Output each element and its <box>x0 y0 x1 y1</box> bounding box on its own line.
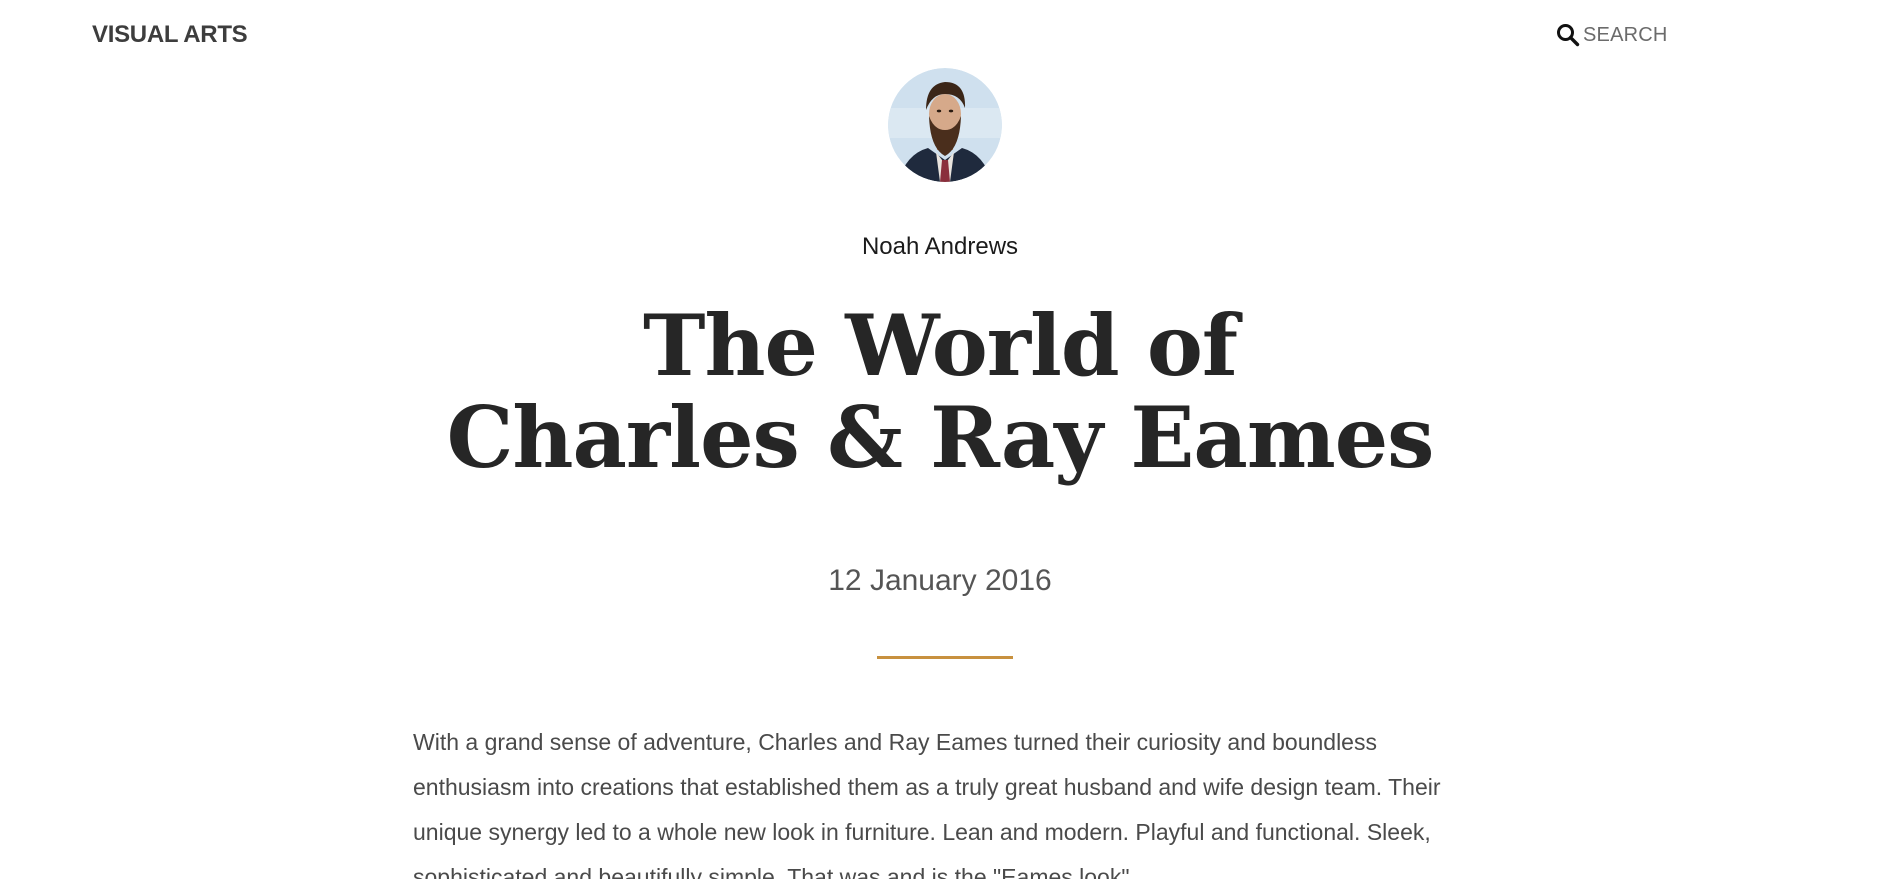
author-name[interactable]: Noah Andrews <box>0 232 1880 262</box>
search-icon <box>1556 23 1580 47</box>
author-avatar[interactable] <box>888 68 1002 182</box>
article-body: With a grand sense of adventure, Charles… <box>413 729 1441 879</box>
article-title-line-2: Charles & Ray Eames <box>446 388 1435 487</box>
publish-date: 12 January 2016 <box>828 564 1052 597</box>
article-title: The World of Charles & Ray Eames <box>0 300 1880 484</box>
site-logo[interactable]: VISUAL ARTS <box>92 20 248 50</box>
search-button[interactable]: SEARCH <box>1556 22 1668 48</box>
article-title-line-1: The World of <box>642 296 1238 395</box>
title-divider <box>877 656 1013 659</box>
search-label: SEARCH <box>1583 23 1668 46</box>
